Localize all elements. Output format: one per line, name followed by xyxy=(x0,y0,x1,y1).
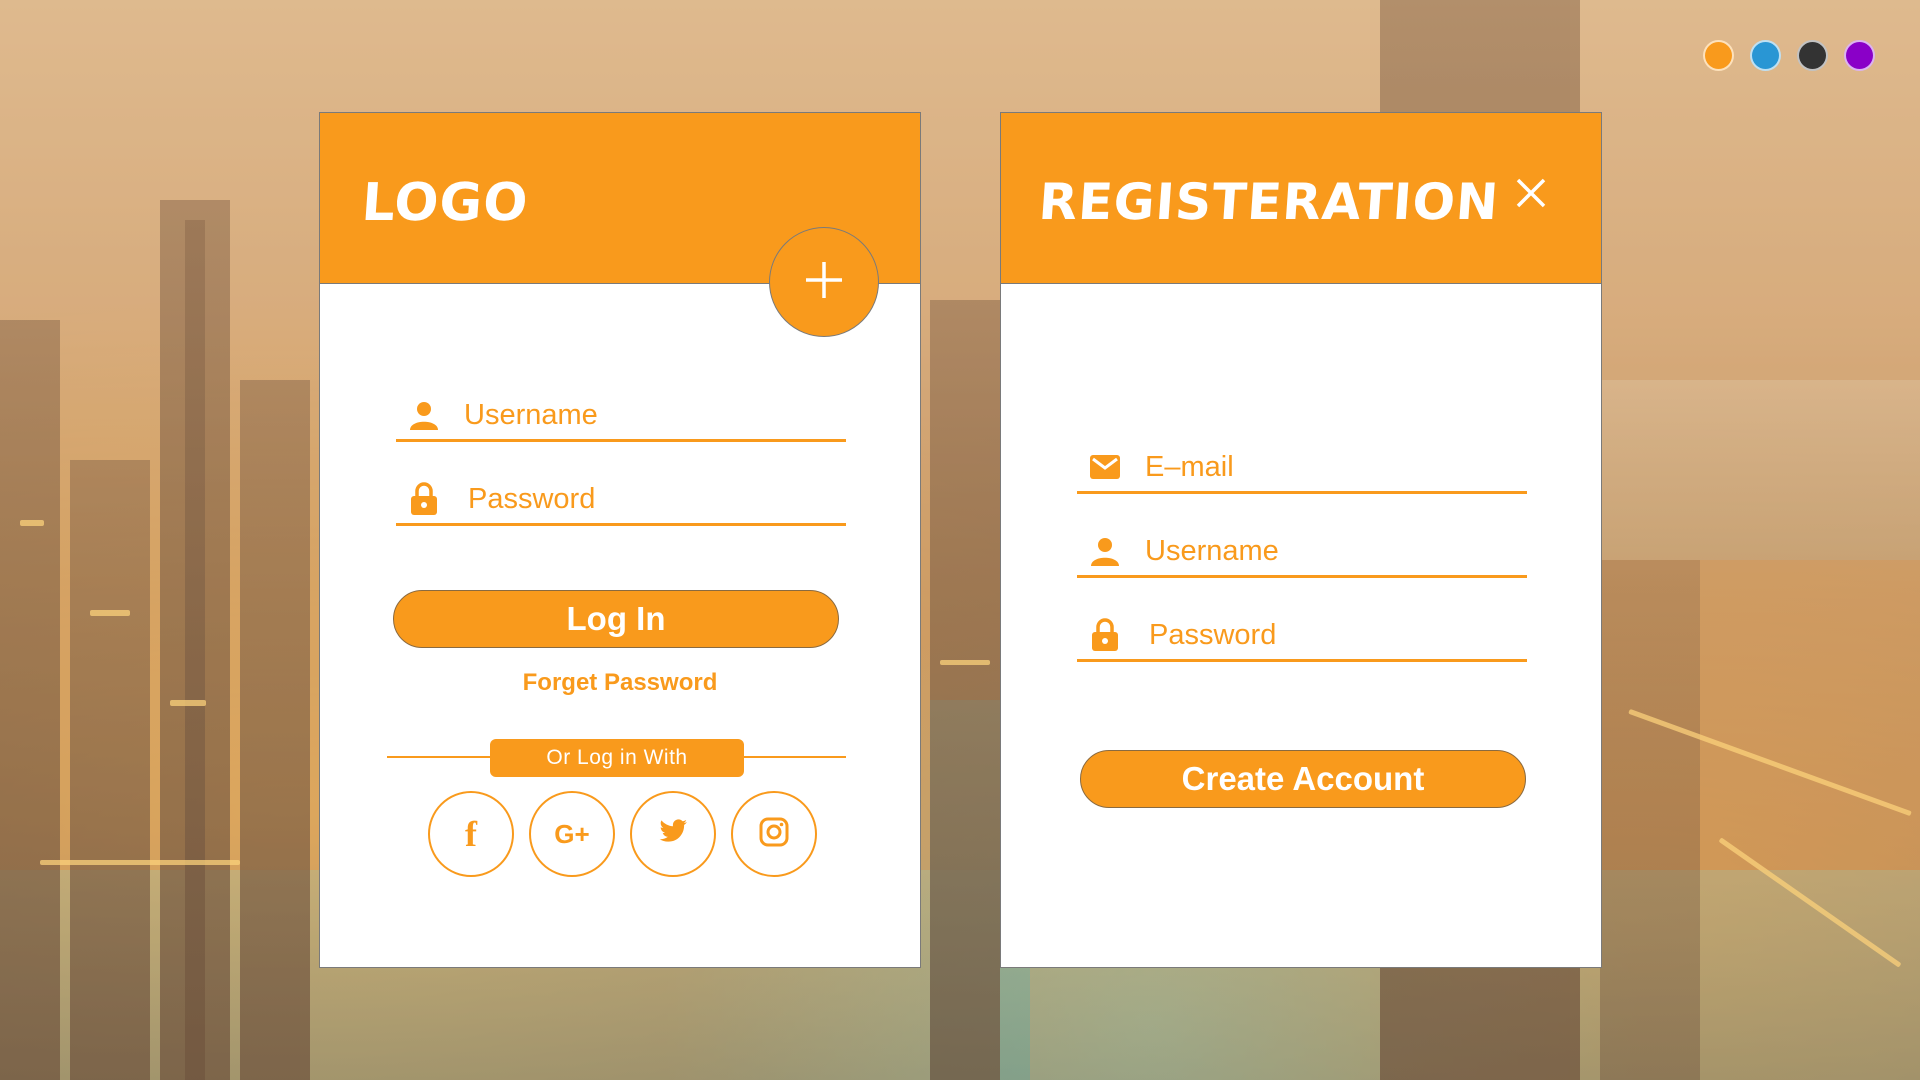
reg-password-placeholder: Password xyxy=(1149,618,1277,651)
username-field[interactable]: Username xyxy=(396,391,846,442)
lock-icon xyxy=(1087,617,1123,653)
divider-left xyxy=(387,756,497,758)
lock-icon xyxy=(406,481,442,517)
or-login-with-label: Or Log in With xyxy=(490,739,744,777)
registration-card: Registeration E–mail Username Password C… xyxy=(1000,112,1602,968)
username-placeholder: Username xyxy=(464,398,598,431)
reg-username-placeholder: Username xyxy=(1145,534,1279,567)
registration-title: Registeration xyxy=(1036,173,1501,231)
reg-password-field[interactable]: Password xyxy=(1077,611,1527,662)
password-field[interactable]: Password xyxy=(396,475,846,526)
twitter-icon xyxy=(658,818,688,850)
divider-right xyxy=(740,756,846,758)
forgot-password-link[interactable]: Forget Password xyxy=(320,669,920,697)
theme-swatches xyxy=(1703,40,1875,71)
logo-title: Logo xyxy=(359,173,531,233)
twitter-button[interactable] xyxy=(630,791,716,877)
swatch-dark[interactable] xyxy=(1797,40,1828,71)
plus-icon xyxy=(803,259,845,306)
email-placeholder: E–mail xyxy=(1145,450,1234,483)
facebook-icon: f xyxy=(465,814,477,854)
reg-username-field[interactable]: Username xyxy=(1077,527,1527,578)
instagram-button[interactable] xyxy=(731,791,817,877)
google-plus-icon: G+ xyxy=(554,818,590,849)
password-placeholder: Password xyxy=(468,482,596,515)
instagram-icon xyxy=(759,817,789,852)
email-field[interactable]: E–mail xyxy=(1077,443,1527,494)
close-icon xyxy=(1515,177,1547,214)
create-account-button[interactable]: Create Account xyxy=(1080,750,1526,808)
swatch-blue[interactable] xyxy=(1750,40,1781,71)
google-plus-button[interactable]: G+ xyxy=(529,791,615,877)
color-overlay xyxy=(0,0,1920,1080)
user-icon xyxy=(406,397,442,433)
user-icon xyxy=(1087,533,1123,569)
login-button[interactable]: Log In xyxy=(393,590,839,648)
mail-icon xyxy=(1087,449,1123,485)
swatch-purple[interactable] xyxy=(1844,40,1875,71)
registration-card-header: Registeration xyxy=(1001,113,1601,284)
swatch-orange[interactable] xyxy=(1703,40,1734,71)
add-button[interactable] xyxy=(769,227,879,337)
facebook-button[interactable]: f xyxy=(428,791,514,877)
close-button[interactable] xyxy=(1511,175,1551,215)
login-card: Logo Username Password Log In Forget Pas… xyxy=(319,112,921,968)
